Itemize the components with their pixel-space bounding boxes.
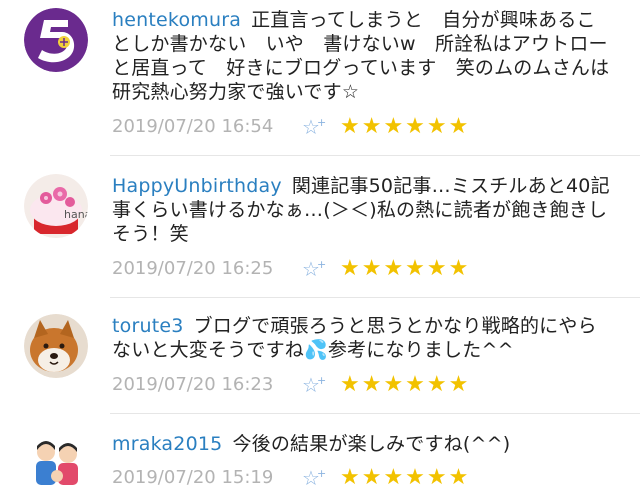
comment-body: hentekomura 正直言ってしまうと 自分が興味あることしか書かない いや … bbox=[112, 8, 612, 104]
comment-timestamp: 2019/07/20 16:25 bbox=[112, 258, 274, 279]
avatar[interactable] bbox=[24, 314, 88, 378]
comment-username[interactable]: mraka2015 bbox=[112, 433, 222, 455]
cupcake-avatar-icon: hana bbox=[24, 174, 88, 238]
comment-body: torute3 ブログで頑張ろうと思うとかなり戦略的にやらないと大変そうですね💦参… bbox=[112, 314, 612, 362]
add-star-icon[interactable]: ☆ + bbox=[302, 258, 326, 280]
shiba-dog-avatar-icon bbox=[24, 314, 88, 378]
comment-timestamp: 2019/07/20 15:19 bbox=[112, 467, 274, 488]
comment-username[interactable]: torute3 bbox=[112, 315, 184, 337]
divider bbox=[110, 155, 640, 156]
star-rating[interactable]: ★★★★★★ bbox=[340, 114, 470, 140]
avatar[interactable] bbox=[24, 432, 88, 492]
comment-timestamp: 2019/07/20 16:23 bbox=[112, 374, 274, 395]
avatar[interactable] bbox=[24, 8, 88, 72]
comment-text: 今後の結果が楽しみですね(^^) bbox=[232, 433, 511, 455]
comment-username[interactable]: HappyUnbirthday bbox=[112, 175, 282, 197]
avatar-caption: hana bbox=[64, 208, 88, 221]
comment-text: ブログで頑張ろうと思うとかなり戦略的にやらないと大変そうですね💦参考になりました… bbox=[112, 315, 597, 361]
comment-body: mraka2015 今後の結果が楽しみですね(^^) bbox=[112, 432, 612, 456]
star-rating[interactable]: ★★★★★★ bbox=[340, 372, 470, 398]
comment-username[interactable]: hentekomura bbox=[112, 9, 241, 31]
comment-timestamp: 2019/07/20 16:54 bbox=[112, 116, 274, 137]
purple-logo-avatar-icon bbox=[24, 8, 88, 72]
divider bbox=[110, 413, 640, 414]
add-star-icon[interactable]: ☆ + bbox=[302, 116, 326, 138]
add-star-icon[interactable]: ☆ + bbox=[302, 374, 326, 396]
add-star-icon[interactable]: ☆ + bbox=[302, 467, 326, 489]
star-rating[interactable]: ★★★★★★ bbox=[340, 256, 470, 282]
comment-body: HappyUnbirthday 関連記事50記事…ミスチルあと40記事くらい書ける… bbox=[112, 174, 612, 246]
avatar[interactable]: hana bbox=[24, 174, 88, 238]
divider bbox=[110, 297, 640, 298]
comment-list: hentekomura 正直言ってしまうと 自分が興味あることしか書かない いや … bbox=[0, 0, 640, 492]
star-rating[interactable]: ★★★★★★ bbox=[340, 465, 470, 491]
family-illustration-avatar-icon bbox=[24, 432, 88, 492]
